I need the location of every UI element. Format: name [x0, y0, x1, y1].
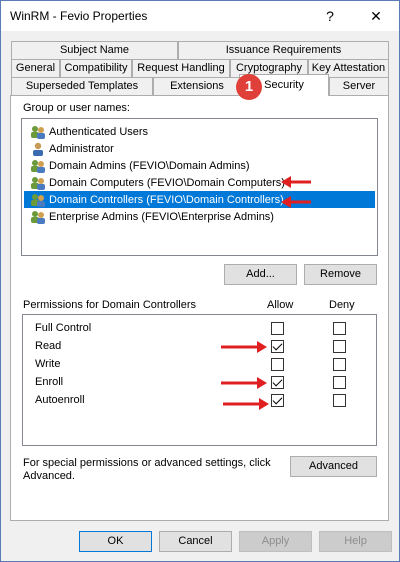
cancel-button[interactable]: Cancel	[159, 531, 232, 552]
deny-checkbox[interactable]	[333, 340, 346, 353]
permission-name: Autoenroll	[35, 394, 85, 406]
allow-header: Allow	[267, 299, 294, 311]
deny-checkbox[interactable]	[333, 358, 346, 371]
annotation-arrow	[221, 341, 267, 353]
list-item[interactable]: Enterprise Admins (FEVIO\Enterprise Admi…	[30, 208, 377, 225]
tab-general[interactable]: General	[11, 59, 60, 77]
annotation-arrow	[281, 196, 311, 208]
advanced-hint-line1: For special permissions or advanced sett…	[23, 457, 271, 469]
list-item-selected[interactable]: Domain Controllers (FEVIO\Domain Control…	[24, 191, 375, 208]
permission-row: Autoenroll	[23, 392, 376, 410]
annotation-arrow	[223, 398, 269, 410]
group-names-label: Group or user names:	[23, 102, 130, 114]
allow-checkbox[interactable]	[271, 376, 284, 389]
advanced-hint-line2: Advanced.	[23, 470, 75, 482]
help-icon[interactable]: ?	[307, 1, 353, 31]
annotation-arrow	[281, 176, 311, 188]
deny-header: Deny	[329, 299, 355, 311]
permission-row: Full Control	[23, 320, 376, 338]
tab-compatibility[interactable]: Compatibility	[60, 59, 132, 77]
list-item-label: Administrator	[49, 142, 114, 155]
allow-checkbox[interactable]	[271, 340, 284, 353]
permission-row: Enroll	[23, 374, 376, 392]
group-icon	[30, 176, 46, 190]
group-icon	[30, 159, 46, 173]
tab-extensions[interactable]: Extensions	[153, 77, 241, 95]
advanced-button[interactable]: Advanced	[290, 456, 377, 477]
deny-checkbox[interactable]	[333, 376, 346, 389]
properties-dialog: WinRM - Fevio Properties ? ✕ Subject Nam…	[0, 0, 400, 562]
tab-subject-name[interactable]: Subject Name	[11, 41, 178, 59]
list-item-label: Authenticated Users	[49, 125, 149, 138]
remove-button[interactable]: Remove	[304, 264, 377, 285]
user-icon	[30, 142, 46, 156]
group-icon	[30, 210, 46, 224]
tab-issuance-requirements[interactable]: Issuance Requirements	[178, 41, 389, 59]
permission-name: Read	[35, 340, 62, 352]
list-item[interactable]: Domain Computers (FEVIO\Domain Computers…	[30, 174, 377, 191]
tab-request-handling[interactable]: Request Handling	[132, 59, 230, 77]
list-item[interactable]: Administrator	[30, 140, 377, 157]
permissions-label: Permissions for Domain Controllers	[23, 299, 196, 311]
group-icon	[30, 125, 46, 139]
close-icon[interactable]: ✕	[353, 1, 399, 31]
help-button[interactable]: Help	[319, 531, 392, 552]
allow-checkbox[interactable]	[271, 322, 284, 335]
list-item[interactable]: Domain Admins (FEVIO\Domain Admins)	[30, 157, 377, 174]
permissions-list: Full Control Read Write Enroll Autoenrol…	[22, 314, 377, 446]
group-icon	[30, 193, 46, 207]
add-button[interactable]: Add...	[224, 264, 297, 285]
permission-row: Write	[23, 356, 376, 374]
group-user-list[interactable]: Authenticated Users Administrator Domain…	[21, 118, 378, 256]
list-item-label: Domain Controllers (FEVIO\Domain Control…	[49, 193, 284, 206]
permission-name: Full Control	[35, 322, 92, 334]
list-item[interactable]: Authenticated Users	[30, 123, 377, 140]
title-bar: WinRM - Fevio Properties ? ✕	[1, 1, 399, 31]
tab-server[interactable]: Server	[329, 77, 389, 95]
ok-button[interactable]: OK	[79, 531, 152, 552]
list-item-label: Domain Admins (FEVIO\Domain Admins)	[49, 159, 250, 172]
window-title: WinRM - Fevio Properties	[10, 9, 148, 23]
permission-row: Read	[23, 338, 376, 356]
permission-name: Enroll	[35, 376, 64, 388]
permission-name: Write	[35, 358, 61, 370]
step-badge: 1	[236, 74, 262, 100]
apply-button[interactable]: Apply	[239, 531, 312, 552]
list-item-label: Domain Computers (FEVIO\Domain Computers…	[49, 176, 285, 189]
allow-checkbox[interactable]	[271, 394, 284, 407]
deny-checkbox[interactable]	[333, 394, 346, 407]
annotation-arrow	[221, 377, 267, 389]
allow-checkbox[interactable]	[271, 358, 284, 371]
deny-checkbox[interactable]	[333, 322, 346, 335]
list-item-label: Enterprise Admins (FEVIO\Enterprise Admi…	[49, 210, 274, 223]
tab-superseded-templates[interactable]: Superseded Templates	[11, 77, 153, 95]
